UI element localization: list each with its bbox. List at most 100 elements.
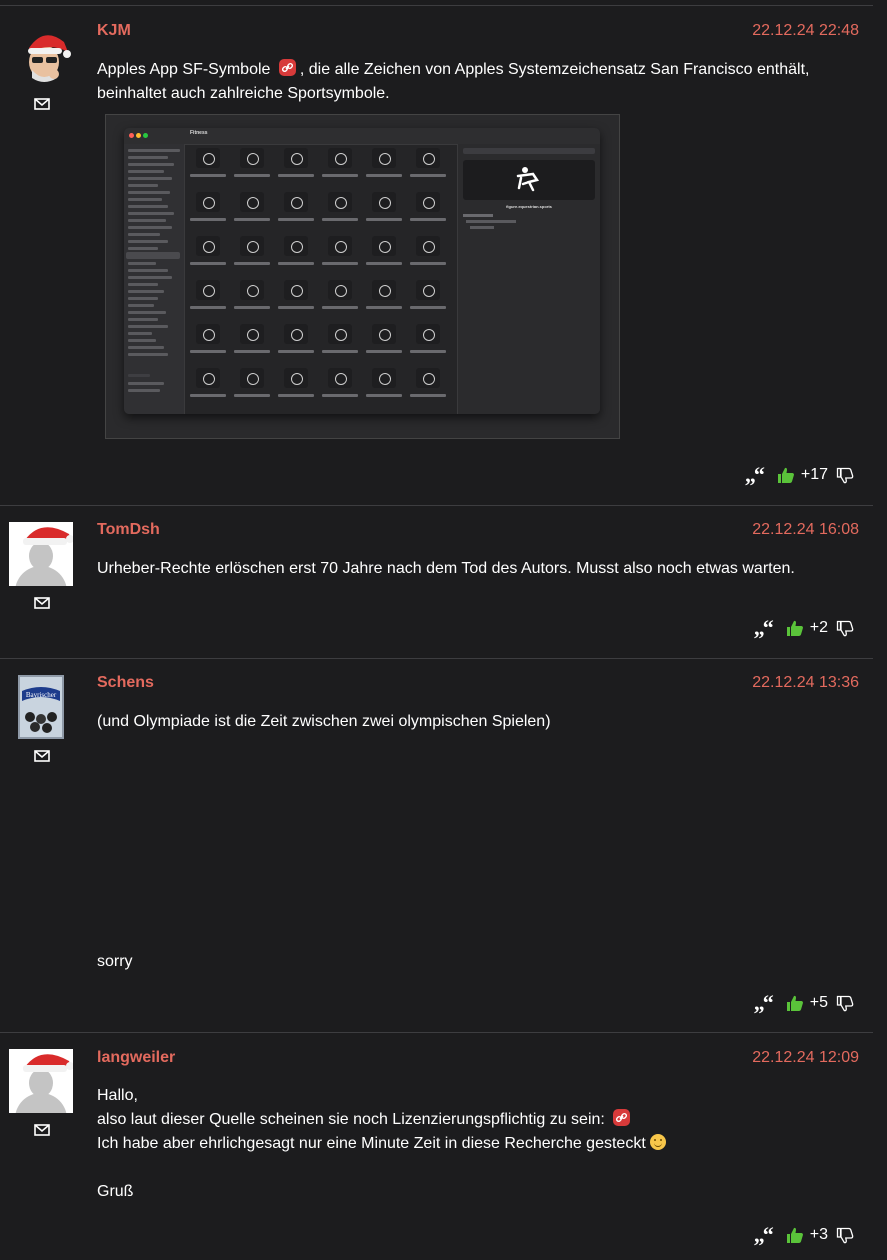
symbol-label	[190, 174, 226, 177]
thumbs-up-icon[interactable]	[786, 1227, 804, 1244]
quote-icon[interactable]: „“	[754, 990, 774, 1016]
quote-icon[interactable]: „“	[754, 615, 774, 641]
embedded-screenshot[interactable]: Fitness figure.equestrian.sports	[105, 114, 620, 439]
link-icon[interactable]	[278, 59, 296, 76]
vote-score: +3	[809, 1226, 828, 1243]
symbol-tile	[372, 192, 396, 212]
symbol-tile	[284, 368, 308, 388]
symbol-label	[234, 350, 270, 353]
symbol-tile	[196, 280, 220, 300]
symbol-label	[190, 306, 226, 309]
thumbs-down-icon[interactable]	[836, 620, 854, 637]
post-time: 13:36	[818, 674, 859, 691]
post-line: Urheber-Rechte erlöschen erst 70 Jahre n…	[97, 560, 795, 577]
post-date: 22.12.24	[752, 22, 815, 39]
post-timestamp[interactable]: 22.12.24 22:48	[752, 22, 859, 40]
symbol-tile	[328, 192, 352, 212]
symbol-tile	[284, 324, 308, 344]
symbol-label	[410, 174, 446, 177]
symbol-label	[322, 218, 358, 221]
thumbs-down-icon[interactable]	[836, 995, 854, 1012]
symbol-tile	[372, 280, 396, 300]
symbol-label	[278, 174, 314, 177]
post-timestamp[interactable]: 22.12.24 12:09	[752, 1049, 859, 1067]
symbol-label	[366, 262, 402, 265]
symbol-tile	[240, 236, 264, 256]
symbol-tile	[328, 236, 352, 256]
post-actions: „“ +17	[745, 462, 854, 488]
symbol-label	[278, 350, 314, 353]
symbol-label	[366, 394, 402, 397]
symbol-label	[322, 262, 358, 265]
svg-text:Bayrischer: Bayrischer	[26, 691, 57, 699]
symbol-label	[410, 306, 446, 309]
post-line: Hallo,	[97, 1087, 138, 1104]
window-sidebar	[124, 144, 185, 414]
post-line: Apples App SF-Symbole	[97, 61, 271, 78]
symbol-tile	[416, 192, 440, 212]
symbol-tile	[196, 236, 220, 256]
avatar[interactable]	[20, 28, 72, 84]
symbol-tile	[196, 148, 220, 168]
post-line: Gruß	[97, 1183, 134, 1200]
envelope-icon[interactable]	[34, 98, 50, 110]
inspector-panel: figure.equestrian.sports	[457, 144, 600, 414]
window-title: Fitness	[190, 130, 208, 136]
sf-symbols-window: Fitness figure.equestrian.sports	[124, 128, 600, 414]
thumbs-up-icon[interactable]	[786, 995, 804, 1012]
thumbs-up-icon[interactable]	[777, 467, 795, 484]
post-kjm: KJM 22.12.24 22:48 Apples App SF-Symbole…	[0, 0, 887, 505]
symbol-label	[410, 350, 446, 353]
symbol-tile	[284, 192, 308, 212]
post-timestamp[interactable]: 22.12.24 16:08	[752, 521, 859, 539]
symbol-tile	[284, 148, 308, 168]
author-name[interactable]: langweiler	[97, 1049, 175, 1067]
post-line: beinhaltet auch zahlreiche Sportsymbole.	[97, 85, 390, 102]
envelope-icon[interactable]	[34, 597, 50, 609]
avatar[interactable]	[9, 522, 73, 586]
post-timestamp[interactable]: 22.12.24 13:36	[752, 674, 859, 692]
quote-icon[interactable]: „“	[745, 462, 765, 488]
thumbs-down-icon[interactable]	[836, 1227, 854, 1244]
symbol-tile	[240, 280, 264, 300]
quote-icon[interactable]: „“	[754, 1222, 774, 1248]
author-name[interactable]: TomDsh	[97, 521, 160, 539]
symbol-tile	[284, 280, 308, 300]
selected-symbol-name: figure.equestrian.sports	[506, 204, 552, 209]
symbol-label	[278, 262, 314, 265]
symbol-label	[278, 306, 314, 309]
avatar[interactable]	[9, 1049, 73, 1113]
post-line: (und Olympiade ist die Zeit zwischen zwe…	[97, 713, 551, 730]
symbol-label	[278, 218, 314, 221]
thumbs-down-icon[interactable]	[836, 467, 854, 484]
post-date: 22.12.24	[752, 674, 815, 691]
symbol-label	[366, 306, 402, 309]
post-line: , die alle Zeichen von Apples Systemzeic…	[299, 61, 810, 78]
symbol-tile	[240, 192, 264, 212]
link-icon[interactable]	[613, 1109, 631, 1126]
avatar[interactable]: Bayrischer	[18, 675, 64, 739]
post-time: 22:48	[818, 22, 859, 39]
symbol-tile	[196, 192, 220, 212]
symbol-label	[322, 306, 358, 309]
santa-hat-icon	[23, 527, 73, 545]
symbol-label	[366, 218, 402, 221]
symbol-tile	[284, 236, 308, 256]
thumbs-up-icon[interactable]	[786, 620, 804, 637]
post-body: Urheber-Rechte erlöschen erst 70 Jahre n…	[97, 557, 795, 581]
envelope-icon[interactable]	[34, 1124, 50, 1136]
symbol-tile	[196, 368, 220, 388]
symbol-tile	[328, 368, 352, 388]
author-name[interactable]: Schens	[97, 674, 154, 692]
post-actions: „“ +2	[754, 615, 854, 641]
symbol-label	[278, 394, 314, 397]
vote-score: +5	[809, 994, 828, 1011]
symbol-label	[366, 350, 402, 353]
symbol-label	[234, 262, 270, 265]
author-name[interactable]: KJM	[97, 22, 131, 40]
symbol-tile	[416, 280, 440, 300]
envelope-icon[interactable]	[34, 750, 50, 762]
post-line: Ich habe aber ehrlichgesagt nur eine Min…	[97, 1135, 646, 1152]
symbol-label	[190, 350, 226, 353]
symbol-label	[366, 174, 402, 177]
